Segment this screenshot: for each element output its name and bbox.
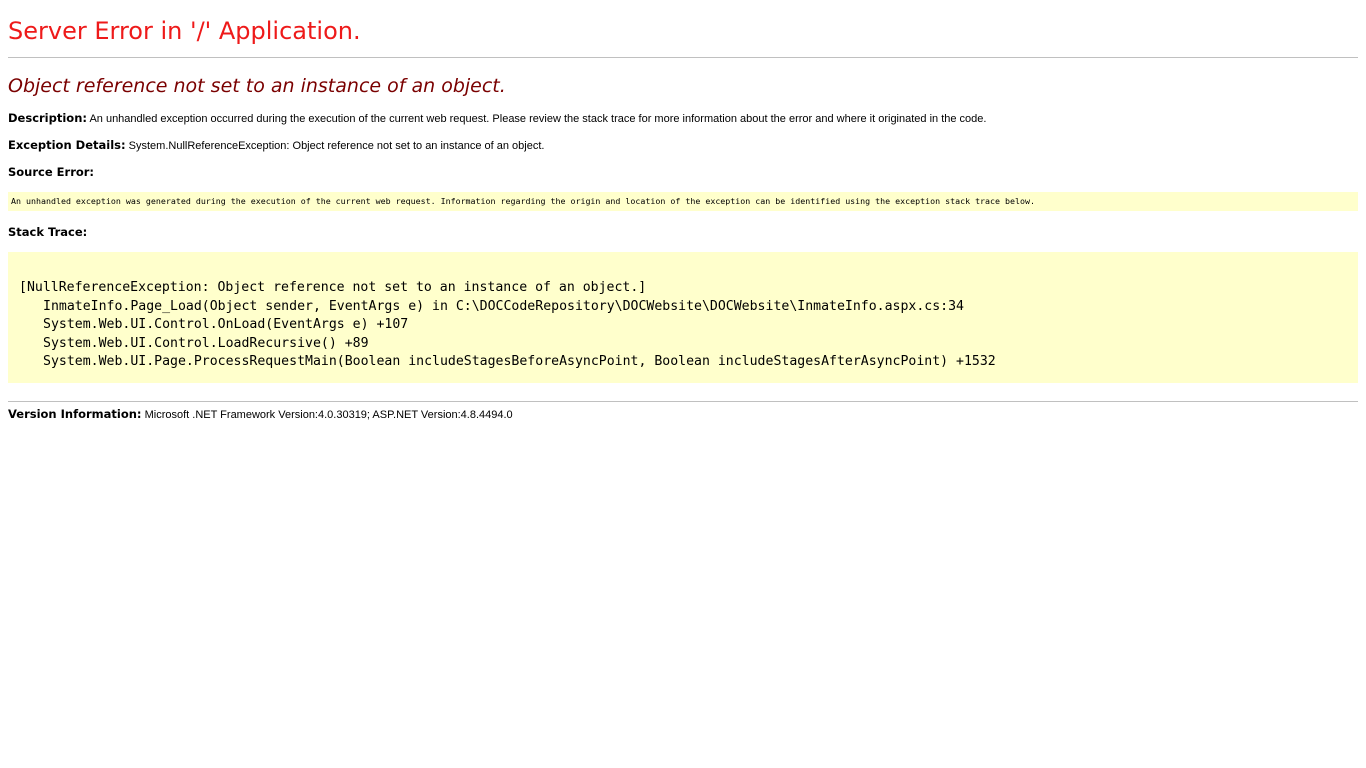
version-divider (8, 401, 1358, 402)
stack-trace-line: System.Web.UI.Page.ProcessRequestMain(Bo… (43, 354, 996, 370)
source-error-text: An unhandled exception was generated dur… (11, 196, 1036, 206)
version-information-label: Version Information: (8, 407, 142, 421)
stack-trace-line: System.Web.UI.Control.OnLoad(EventArgs e… (43, 317, 409, 333)
source-error-section: Source Error: (8, 165, 1358, 180)
description-section: Description: An unhandled exception occu… (8, 111, 1358, 126)
error-page: Server Error in '/' Application. Object … (0, 0, 1366, 422)
stack-trace-line: [NullReferenceException: Object referenc… (19, 280, 647, 295)
page-title: Server Error in '/' Application. (8, 17, 361, 45)
source-error-box: An unhandled exception was generated dur… (8, 192, 1358, 211)
exception-details-section: Exception Details: System.NullReferenceE… (8, 138, 1358, 153)
description-label: Description: (8, 111, 87, 125)
stack-trace-section: Stack Trace: (8, 225, 1358, 240)
stack-trace-label: Stack Trace: (8, 225, 88, 239)
title-divider (8, 57, 1358, 58)
exception-details-label: Exception Details: (8, 138, 126, 152)
version-information-text: Microsoft .NET Framework Version:4.0.303… (144, 409, 513, 421)
exception-details-text: System.NullReferenceException: Object re… (128, 140, 545, 152)
description-text: An unhandled exception occurred during t… (89, 113, 987, 125)
error-message: Object reference not set to an instance … (8, 75, 506, 97)
version-information-section: Version Information: Microsoft .NET Fram… (8, 407, 1358, 422)
source-error-label: Source Error: (8, 165, 95, 179)
stack-trace-box: [NullReferenceException: Object referenc… (8, 252, 1358, 383)
stack-trace-line: InmateInfo.Page_Load(Object sender, Even… (43, 298, 964, 314)
stack-trace-line: System.Web.UI.Control.LoadRecursive() +8… (43, 335, 369, 351)
